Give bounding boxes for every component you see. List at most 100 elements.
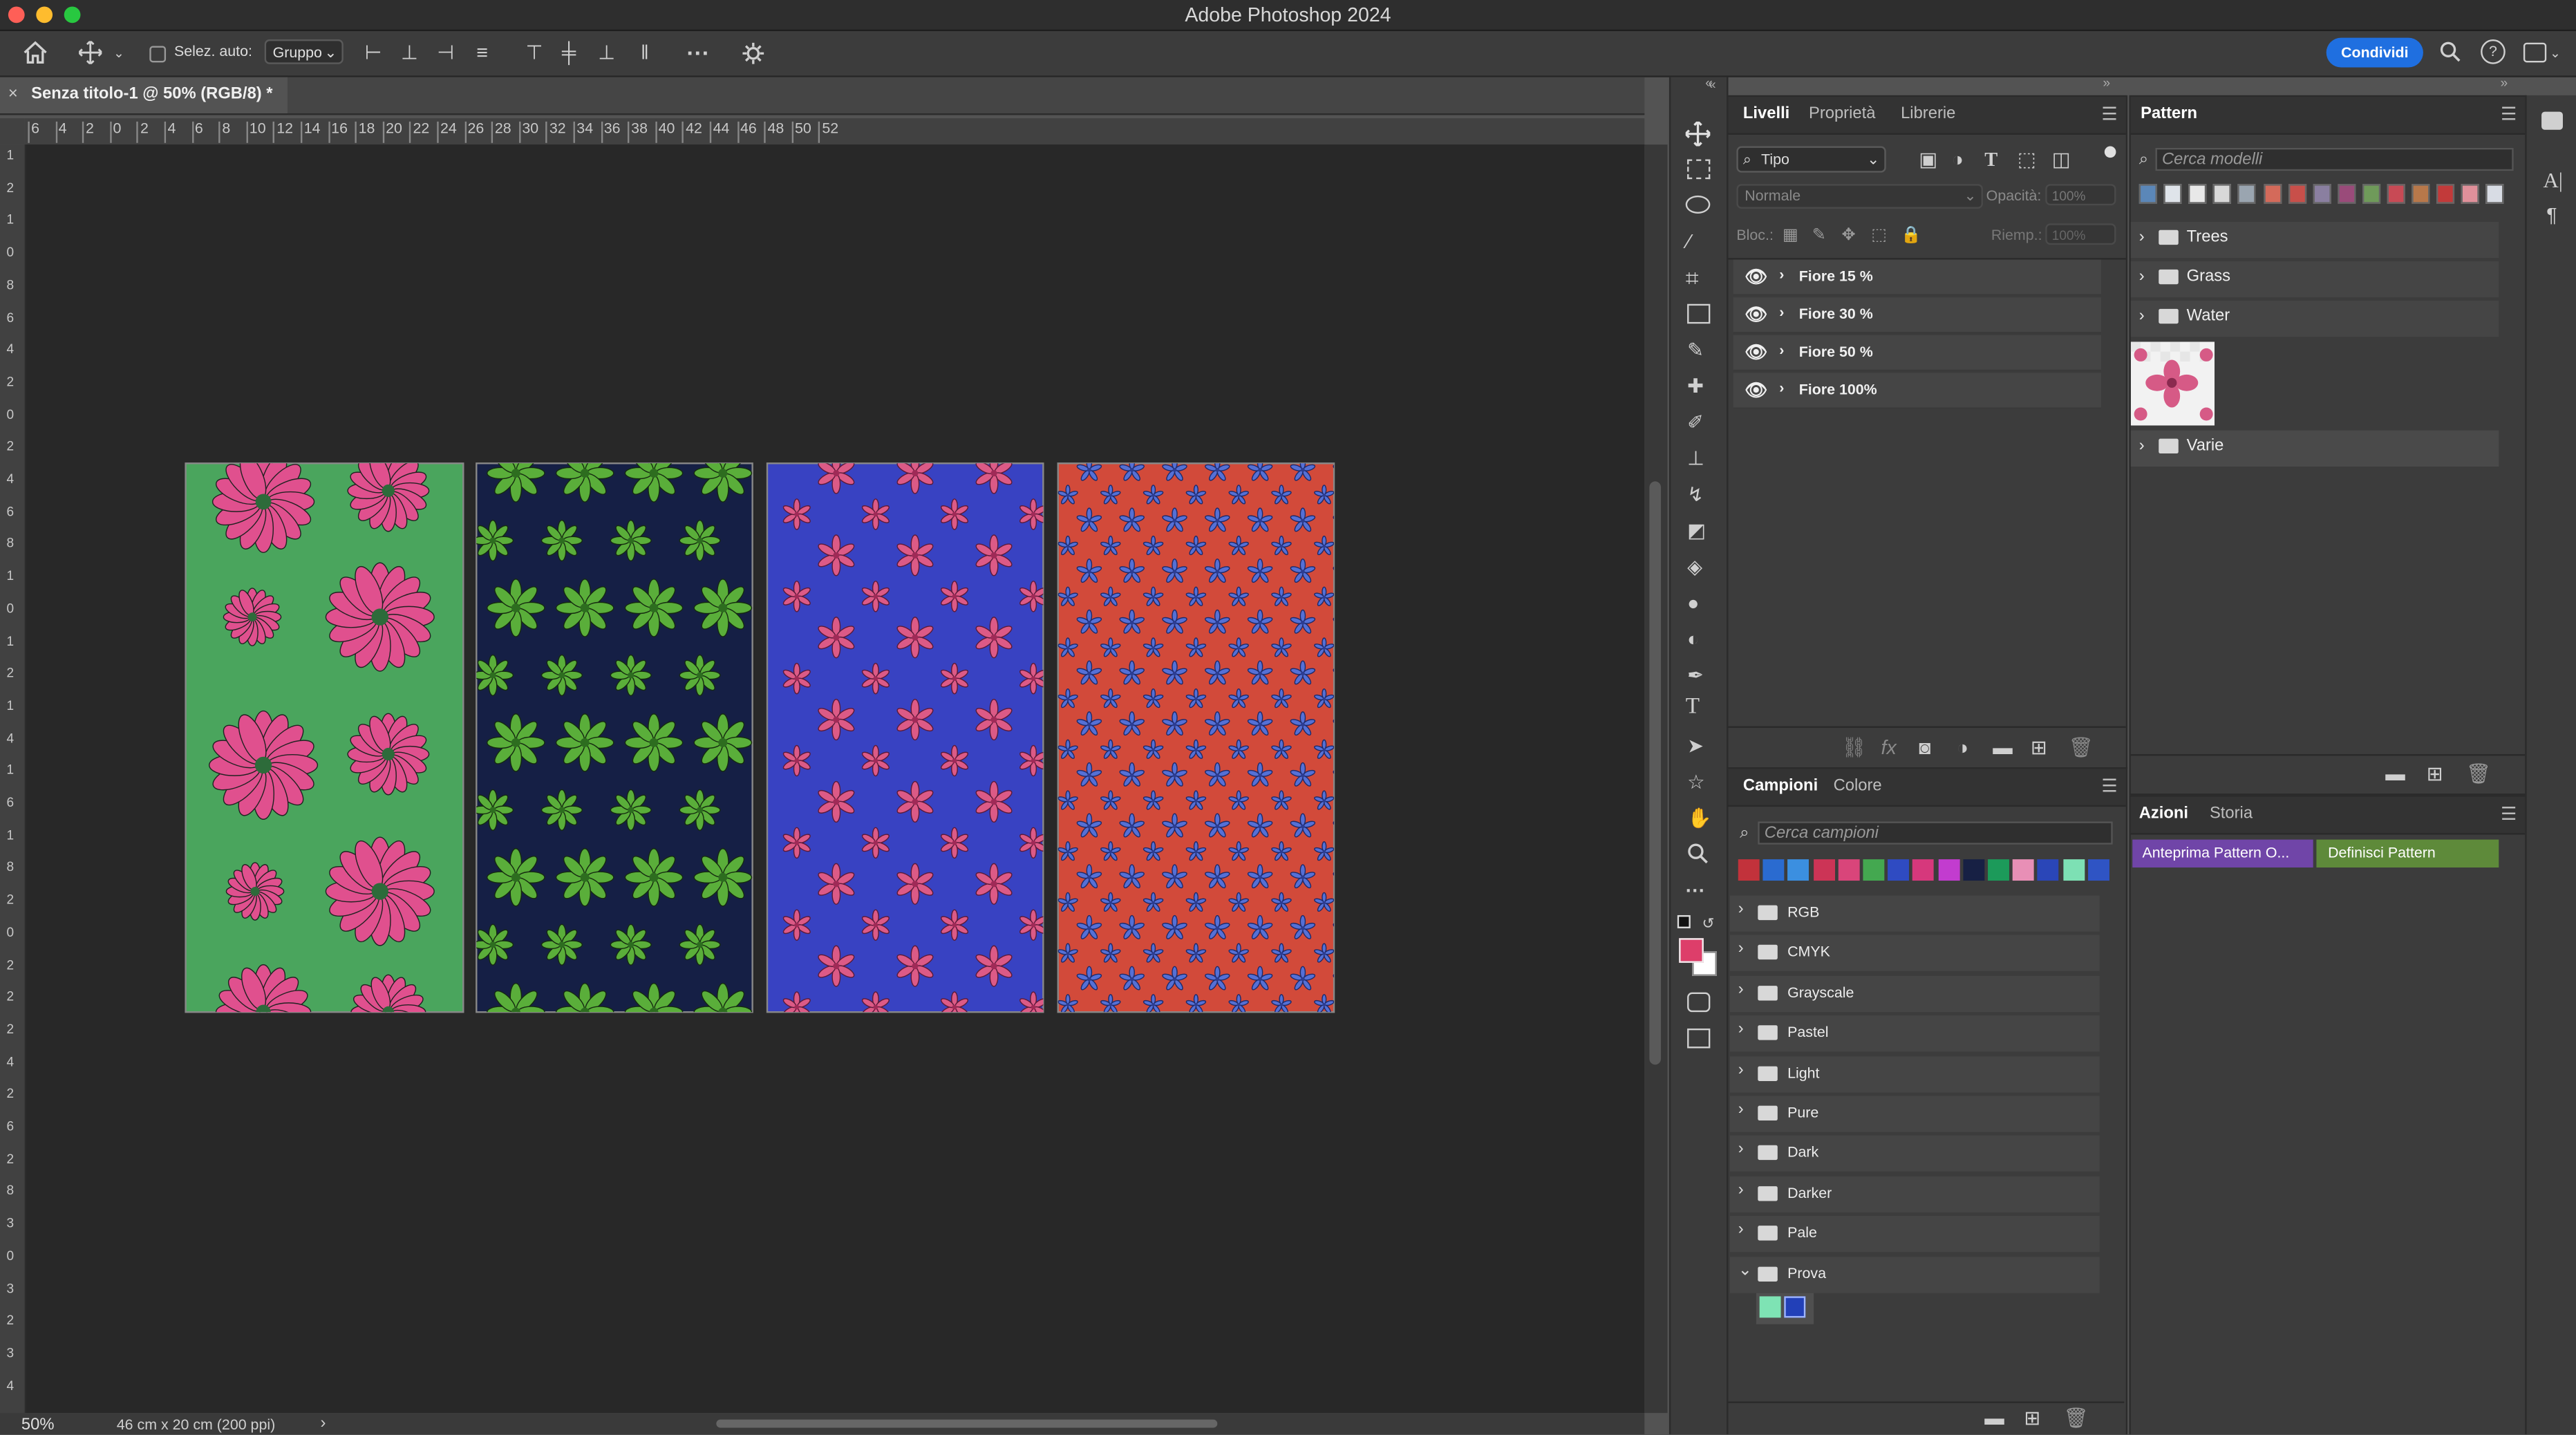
color-swatch[interactable] (1912, 859, 1935, 881)
tab-layers[interactable]: Livelli (1743, 105, 1789, 123)
path-selection-icon[interactable]: ➤ (1687, 734, 1704, 757)
align-left-icon[interactable]: ⊢ (365, 41, 382, 64)
align-middle-v-icon[interactable]: ╪ (562, 41, 576, 64)
expand-chevron-icon[interactable]: › (2139, 437, 2145, 455)
blur-tool-icon[interactable]: ● (1687, 592, 1699, 615)
hand-tool-icon[interactable]: ✋ (1687, 807, 1712, 829)
prova-swatch-1[interactable] (1759, 1296, 1781, 1318)
delete-pattern-icon[interactable]: 🗑 (2466, 762, 2491, 785)
color-swatch[interactable] (1988, 859, 2009, 881)
color-swatch[interactable] (2013, 859, 2035, 881)
expand-chevron-icon[interactable]: › (1779, 341, 1784, 358)
share-button[interactable]: Condividi (2326, 37, 2423, 68)
pattern-thumb[interactable] (2163, 184, 2182, 204)
layer-row[interactable]: 👁 › Fiore 50 % (1733, 335, 2102, 372)
zoom-level[interactable]: 50% (21, 1416, 55, 1434)
new-swatch-group-icon[interactable]: ▬ (1984, 1407, 2004, 1429)
more-options-icon[interactable]: ··· (687, 41, 710, 64)
swatch-group-row[interactable]: › Pastel (1729, 1015, 2100, 1052)
paragraph-icon[interactable]: ¶ (2546, 204, 2557, 227)
pattern-thumb[interactable] (2337, 184, 2356, 204)
swatches-search-input[interactable]: Cerca campioni (1758, 821, 2113, 845)
color-swatch[interactable] (2087, 859, 2109, 881)
pattern-group[interactable]: › Grass (2130, 261, 2499, 298)
swatch-group-row[interactable]: › CMYK (1729, 935, 2100, 972)
link-layers-icon[interactable]: ⛓ (1842, 736, 1867, 759)
pattern-preview-thumb[interactable] (2130, 341, 2215, 426)
tab-patterns[interactable]: Pattern (2141, 105, 2197, 123)
canvas-area[interactable] (26, 144, 1645, 1414)
layers-menu-icon[interactable]: ☰ (2101, 104, 2117, 125)
pattern-search-input[interactable]: Cerca modelli (2155, 147, 2514, 171)
collapse-chevron-icon[interactable]: ⌄ (1738, 1262, 1752, 1279)
lock-transparent-icon[interactable]: ▦ (1783, 225, 1798, 248)
filter-adjustment-icon[interactable]: ◑ (1952, 148, 1964, 171)
color-swatch[interactable] (1738, 859, 1760, 881)
artboard-navy[interactable] (473, 444, 753, 1041)
artboard-red[interactable] (1057, 457, 1358, 1014)
fill-input[interactable]: 100% (2045, 223, 2116, 245)
color-swatch[interactable] (1762, 859, 1785, 881)
expand-chevron-icon[interactable]: › (2139, 228, 2145, 246)
vertical-scrollbar[interactable] (1649, 481, 1662, 1065)
delete-layer-icon[interactable]: 🗑 (2069, 736, 2094, 759)
pattern-menu-icon[interactable]: ☰ (2501, 104, 2517, 125)
brush-tool-icon[interactable]: ✐ (1687, 411, 1704, 433)
expand-chevron-icon[interactable]: › (1779, 266, 1784, 283)
expand-chevron-icon[interactable]: › (2139, 268, 2145, 285)
new-pattern-group-icon[interactable]: ▬ (2385, 762, 2405, 785)
lock-position-icon[interactable]: ✥ (1842, 225, 1856, 248)
collapse-left-dock-icon[interactable]: « (1705, 75, 1713, 90)
opacity-input[interactable]: 100% (2045, 184, 2116, 206)
filter-shape-icon[interactable]: ⬚ (2018, 148, 2036, 171)
color-swatch[interactable] (1863, 859, 1885, 881)
tab-color[interactable]: Colore (1834, 777, 1882, 795)
layer-row[interactable]: 👁 › Fiore 15 % (1733, 259, 2102, 296)
workspace-icon[interactable] (2523, 42, 2547, 63)
artboard-green[interactable] (185, 450, 464, 1060)
screen-mode-icon[interactable] (1687, 1028, 1711, 1049)
artwork[interactable] (26, 144, 1644, 1413)
align-right-icon[interactable]: ⊣ (437, 41, 454, 64)
color-swatch[interactable] (1788, 859, 1809, 881)
color-swatch[interactable] (1937, 859, 1959, 881)
lock-pixels-icon[interactable]: ✎ (1812, 225, 1826, 248)
zoom-tool-icon[interactable] (1687, 843, 1709, 864)
action-button[interactable]: Definisci Pattern (2316, 839, 2499, 868)
swatch-group-row[interactable]: › Light (1729, 1056, 2100, 1092)
more-tools-icon[interactable]: ··· (1686, 879, 1706, 902)
expand-chevron-icon[interactable]: › (1738, 1141, 1744, 1159)
type-tool-icon[interactable]: T (1686, 696, 1700, 720)
pattern-thumb[interactable] (2288, 184, 2306, 204)
filter-type-icon[interactable]: T (1984, 148, 1997, 171)
new-group-icon[interactable]: ▬ (1993, 736, 2013, 759)
swatch-group-row[interactable]: › Dark (1729, 1136, 2100, 1172)
close-tab-icon[interactable]: × (8, 86, 18, 104)
collapse-middle-dock-icon[interactable]: » (2103, 75, 2110, 90)
color-swatch[interactable] (1838, 859, 1860, 881)
color-swatch[interactable] (2062, 859, 2085, 881)
quick-mask-icon[interactable] (1687, 992, 1711, 1013)
tab-swatches[interactable]: Campioni (1743, 777, 1818, 795)
chevron-down-icon[interactable]: ⌄ (113, 43, 124, 66)
pen-tool-icon[interactable]: ✒ (1687, 664, 1704, 686)
shape-tool-icon[interactable]: ☆ (1687, 771, 1705, 794)
new-swatch-icon[interactable]: ⊞ (2024, 1407, 2040, 1429)
distribute-h-icon[interactable]: ≡ (476, 41, 488, 64)
new-layer-icon[interactable]: ⊞ (2031, 736, 2047, 759)
history-brush-icon[interactable]: ↯ (1687, 483, 1704, 506)
magic-wand-icon[interactable]: ⁄ (1687, 230, 1691, 253)
healing-brush-icon[interactable]: ✚ (1687, 375, 1704, 397)
expand-chevron-icon[interactable]: › (2139, 307, 2145, 325)
gear-icon[interactable] (742, 42, 764, 64)
align-top-icon[interactable]: ⊤ (526, 41, 543, 64)
expand-chevron-icon[interactable]: › (1738, 1181, 1744, 1199)
filter-smart-icon[interactable]: ◫ (2052, 148, 2071, 171)
eyedropper-icon[interactable]: ✎ (1687, 339, 1704, 362)
pattern-group[interactable]: › Varie (2130, 430, 2499, 467)
visibility-eye-icon[interactable]: 👁 (1745, 266, 1767, 288)
pattern-thumb[interactable] (2263, 184, 2282, 204)
character-icon[interactable]: A| (2543, 167, 2563, 194)
pattern-group[interactable]: › Trees (2130, 221, 2499, 259)
action-button[interactable]: Anteprima Pattern O... (2132, 839, 2313, 868)
